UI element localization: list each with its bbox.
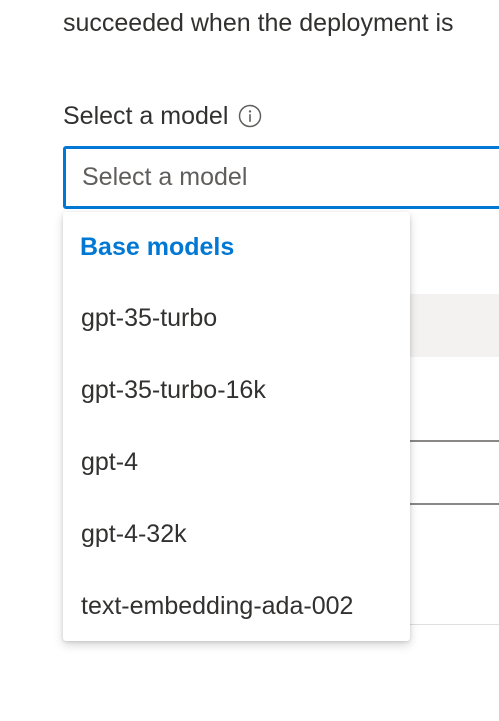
model-select-combobox[interactable] [63,146,499,209]
model-select-input[interactable] [66,149,499,206]
intro-text: succeeded when the deployment is [63,9,454,37]
model-dropdown-list: Base models gpt-35-turbo gpt-35-turbo-16… [63,212,410,641]
background-field-underline [400,503,499,505]
dropdown-option[interactable]: gpt-4-32k [63,498,410,570]
deploy-model-panel: succeeded when the deployment is Select … [0,0,499,721]
dropdown-group-header: Base models [80,232,235,261]
background-row [400,294,499,357]
dropdown-option[interactable]: gpt-35-turbo-16k [63,354,410,426]
info-icon[interactable] [238,104,262,128]
model-field-label: Select a model [63,101,229,130]
dropdown-option[interactable]: gpt-35-turbo [63,282,410,354]
dropdown-option[interactable]: text-embedding-ada-002 [63,570,410,642]
background-field-underline [400,440,499,442]
model-field-label-row: Select a model [63,98,262,134]
background-divider [400,624,499,625]
dropdown-option[interactable]: gpt-4 [63,426,410,498]
